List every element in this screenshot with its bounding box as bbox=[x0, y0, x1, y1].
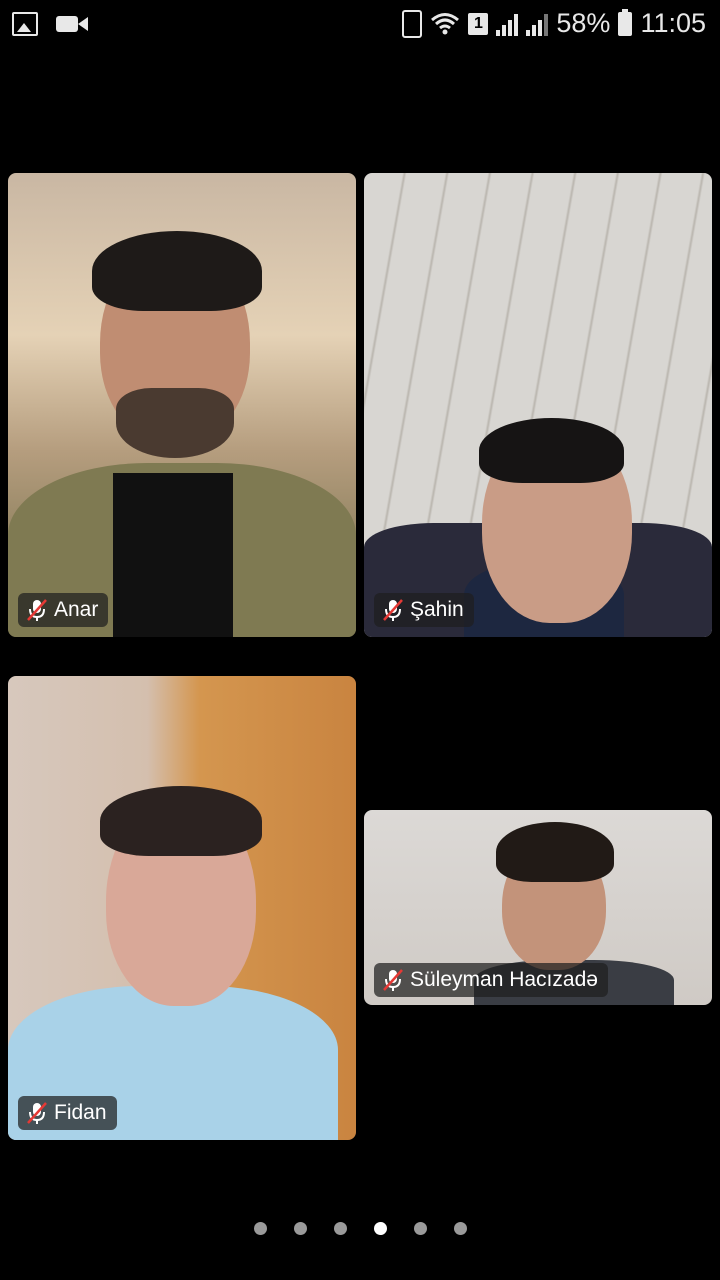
mic-muted-icon bbox=[382, 968, 404, 992]
status-bar: 1 58% 11:05 bbox=[0, 0, 720, 50]
video-tile-anar[interactable]: Anar bbox=[8, 173, 356, 637]
page-dot[interactable] bbox=[453, 1222, 467, 1235]
page-indicator[interactable] bbox=[0, 1222, 720, 1235]
status-bar-notifications bbox=[12, 12, 88, 36]
participant-name-tag: Süleyman Hacızadə bbox=[374, 963, 608, 997]
sim-badge: 1 bbox=[468, 12, 489, 35]
mic-muted-icon bbox=[382, 598, 404, 622]
mic-muted-icon bbox=[26, 598, 48, 622]
participant-video bbox=[8, 173, 356, 637]
participant-name-tag: Şahin bbox=[374, 593, 474, 627]
video-tile-sahin[interactable]: Şahin bbox=[364, 173, 712, 637]
participant-video bbox=[364, 173, 712, 637]
data-saver-icon bbox=[402, 9, 423, 38]
video-camera-icon bbox=[56, 16, 88, 32]
image-icon bbox=[12, 12, 38, 36]
mic-muted-icon bbox=[26, 1101, 48, 1125]
video-tile-suleyman[interactable]: Süleyman Hacızadə bbox=[364, 810, 712, 1005]
participant-name-tag: Fidan bbox=[18, 1096, 117, 1130]
page-dot[interactable] bbox=[253, 1222, 267, 1235]
battery-percent: 58% bbox=[556, 8, 611, 38]
page-dot[interactable] bbox=[373, 1222, 387, 1235]
signal-icon bbox=[496, 12, 519, 36]
wifi-icon bbox=[431, 12, 460, 34]
participant-video bbox=[8, 676, 356, 1140]
video-tile-fidan[interactable]: Fidan bbox=[8, 676, 356, 1140]
clock: 11:05 bbox=[640, 8, 706, 38]
participant-name: Fidan bbox=[54, 1101, 107, 1124]
signal-icon-2 bbox=[526, 12, 549, 36]
participant-name: Şahin bbox=[410, 598, 464, 621]
page-dot[interactable] bbox=[413, 1222, 427, 1235]
status-bar-system: 1 58% 11:05 bbox=[402, 8, 706, 39]
participant-name-tag: Anar bbox=[18, 593, 109, 627]
page-dot[interactable] bbox=[333, 1222, 347, 1235]
participant-name: Anar bbox=[54, 598, 99, 621]
participant-name: Süleyman Hacızadə bbox=[410, 968, 598, 991]
battery-icon bbox=[618, 8, 633, 36]
page-dot[interactable] bbox=[293, 1222, 307, 1235]
